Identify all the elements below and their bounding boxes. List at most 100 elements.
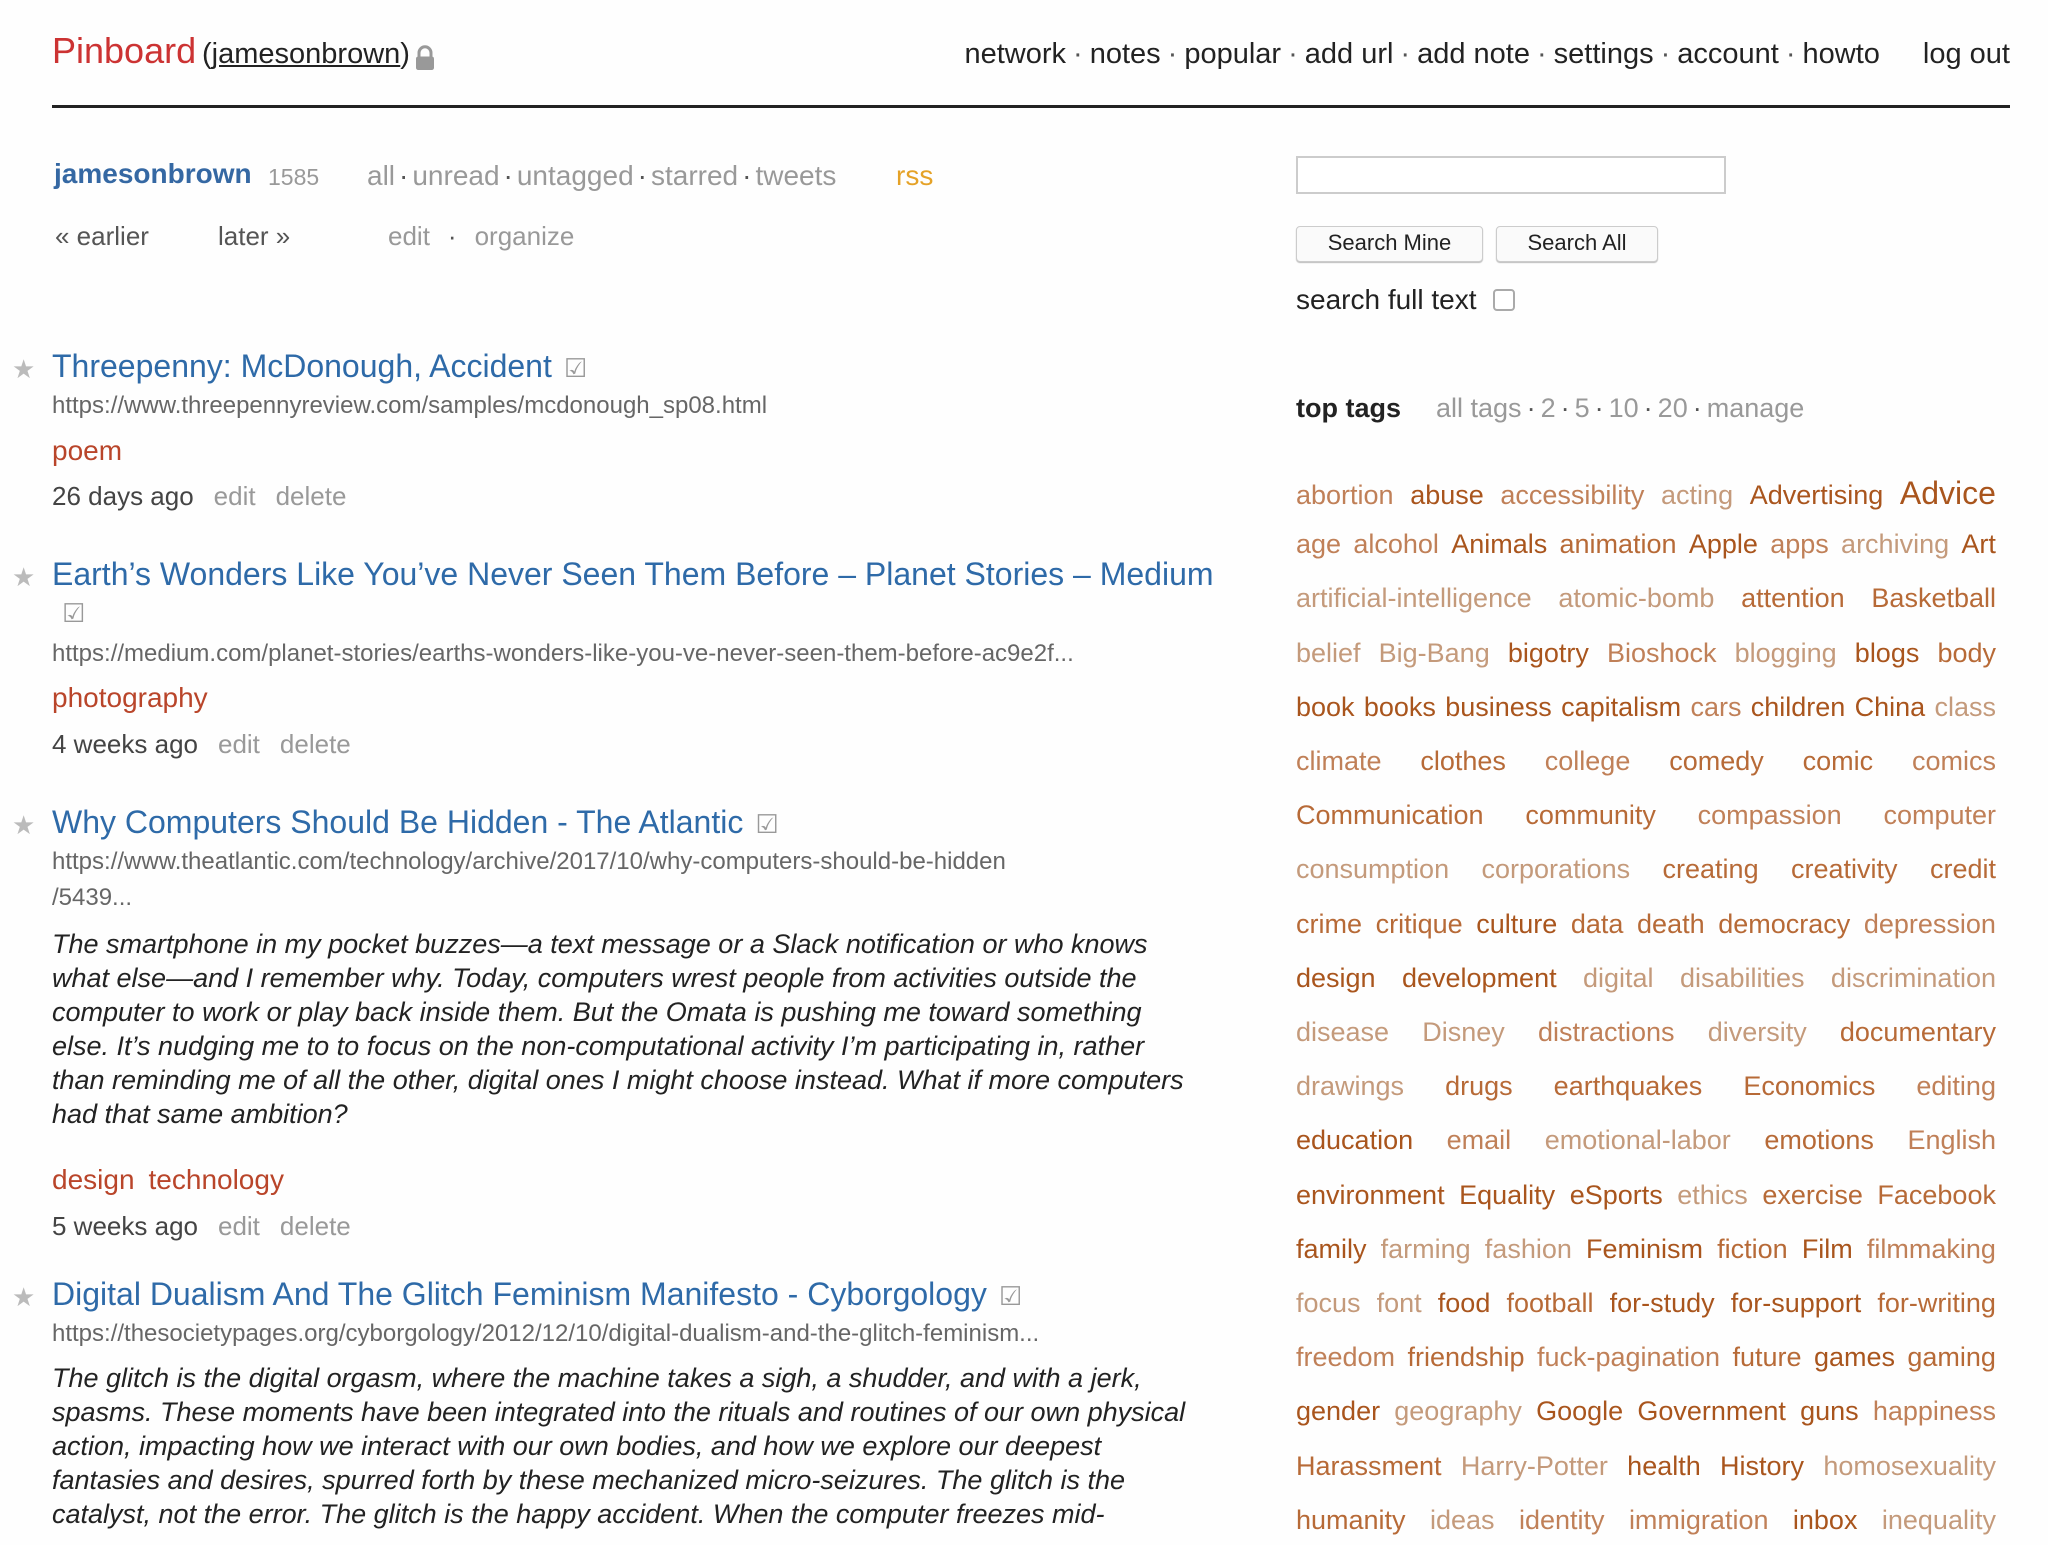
delete-link[interactable]: delete xyxy=(276,481,347,511)
star-icon[interactable]: ★ xyxy=(12,562,35,593)
unread-check-icon[interactable]: ☑ xyxy=(999,1281,1022,1311)
bookmark-title[interactable]: Why Computers Should Be Hidden - The Atl… xyxy=(52,804,779,841)
tag-link[interactable]: earthquakes xyxy=(1554,1071,1703,1102)
tag-link[interactable]: capitalism xyxy=(1561,692,1681,723)
nav-notes[interactable]: notes xyxy=(1090,38,1161,70)
tag-link[interactable]: corporations xyxy=(1482,854,1631,885)
tag-link[interactable]: diversity xyxy=(1708,1017,1807,1048)
tag-link[interactable]: archiving xyxy=(1841,529,1949,560)
tag-link[interactable]: food xyxy=(1438,1288,1491,1319)
tag-link[interactable]: Advice xyxy=(1900,475,1996,512)
tag-link[interactable]: Bioshock xyxy=(1607,638,1717,669)
profile-user-link[interactable]: jamesonbrown xyxy=(54,158,252,190)
tag-link[interactable]: editing xyxy=(1916,1071,1996,1102)
tag-link[interactable]: gender xyxy=(1296,1396,1380,1427)
search-all-button[interactable]: Search All xyxy=(1496,226,1658,262)
tag-link[interactable]: body xyxy=(1937,638,1996,669)
tag-link[interactable]: identity xyxy=(1519,1505,1605,1536)
tag-link[interactable]: friendship xyxy=(1407,1342,1524,1373)
search-input[interactable] xyxy=(1296,156,1726,194)
filter-starred[interactable]: starred xyxy=(651,160,738,191)
tag-link[interactable]: children xyxy=(1751,692,1846,723)
unread-check-icon[interactable]: ☑ xyxy=(62,598,85,629)
tag-link[interactable]: accessibility xyxy=(1500,480,1644,511)
bookmark-title[interactable]: Threepenny: McDonough, Accident ☑ xyxy=(52,348,587,385)
tag-link[interactable]: poem xyxy=(52,435,122,466)
tag-link[interactable]: font xyxy=(1377,1288,1422,1319)
tag-link[interactable]: Communication xyxy=(1296,800,1484,831)
tag-link[interactable]: computer xyxy=(1883,800,1996,831)
filter-unread[interactable]: unread xyxy=(412,160,499,191)
tag-link[interactable]: family xyxy=(1296,1234,1367,1265)
tag-link[interactable]: football xyxy=(1506,1288,1593,1319)
bookmark-title[interactable]: Earth’s Wonders Like You’ve Never Seen T… xyxy=(52,556,1214,593)
tags-2-link[interactable]: 2 xyxy=(1541,393,1556,423)
tag-link[interactable]: History xyxy=(1720,1451,1804,1482)
tag-link[interactable]: China xyxy=(1855,692,1926,723)
tag-link[interactable]: design xyxy=(1296,963,1376,994)
tag-link[interactable]: inbox xyxy=(1793,1505,1858,1536)
tag-link[interactable]: Harry-Potter xyxy=(1461,1451,1608,1482)
tag-link[interactable]: animation xyxy=(1560,529,1677,560)
edit-link[interactable]: edit xyxy=(388,221,430,251)
filter-all[interactable]: all xyxy=(367,160,395,191)
tag-link[interactable]: creating xyxy=(1663,854,1759,885)
rss-link[interactable]: rss xyxy=(896,160,933,192)
tags-5-link[interactable]: 5 xyxy=(1575,393,1590,423)
tag-link[interactable]: for-support xyxy=(1731,1288,1862,1319)
tag-link[interactable]: acting xyxy=(1661,480,1733,511)
tag-link[interactable]: health xyxy=(1627,1451,1701,1482)
tag-link[interactable]: future xyxy=(1732,1342,1801,1373)
search-mine-button[interactable]: Search Mine xyxy=(1296,226,1483,262)
tag-link[interactable]: community xyxy=(1525,800,1656,831)
tag-link[interactable]: Disney xyxy=(1422,1017,1505,1048)
tag-link[interactable]: farming xyxy=(1381,1234,1471,1265)
current-user-link[interactable]: jamesonbrown xyxy=(212,38,401,70)
tag-link[interactable]: class xyxy=(1934,692,1996,723)
star-icon[interactable]: ★ xyxy=(12,1282,35,1313)
tag-link[interactable]: Feminism xyxy=(1586,1234,1703,1265)
tag-link[interactable]: comic xyxy=(1803,746,1874,777)
tag-link[interactable]: atomic-bomb xyxy=(1558,583,1714,614)
tag-link[interactable]: email xyxy=(1447,1125,1512,1156)
delete-link[interactable]: delete xyxy=(280,1211,351,1241)
unread-check-icon[interactable]: ☑ xyxy=(564,353,587,383)
tag-link[interactable]: artificial-intelligence xyxy=(1296,583,1532,614)
tag-link[interactable]: belief xyxy=(1296,638,1361,669)
tag-link[interactable]: age xyxy=(1296,529,1341,560)
tag-link[interactable]: business xyxy=(1445,692,1552,723)
tag-link[interactable]: emotions xyxy=(1764,1125,1874,1156)
tag-link[interactable]: documentary xyxy=(1840,1017,1996,1048)
tag-link[interactable]: ideas xyxy=(1430,1505,1495,1536)
tag-link[interactable]: bigotry xyxy=(1508,638,1589,669)
tag-link[interactable]: Economics xyxy=(1743,1071,1875,1102)
tag-link[interactable]: technology xyxy=(149,1164,284,1195)
tag-link[interactable]: discrimination xyxy=(1831,963,1996,994)
bookmark-age[interactable]: 5 weeks ago xyxy=(52,1211,198,1241)
tag-link[interactable]: distractions xyxy=(1538,1017,1675,1048)
tag-link[interactable]: fiction xyxy=(1717,1234,1788,1265)
tag-link[interactable]: disabilities xyxy=(1680,963,1805,994)
tag-link[interactable]: guns xyxy=(1800,1396,1859,1427)
tag-link[interactable]: Advertising xyxy=(1750,480,1884,511)
tag-link[interactable]: geography xyxy=(1394,1396,1522,1427)
nav-account[interactable]: account xyxy=(1677,38,1779,70)
organize-link[interactable]: organize xyxy=(475,221,575,251)
tag-link[interactable]: Art xyxy=(1961,529,1996,560)
tag-link[interactable]: book xyxy=(1296,692,1355,723)
tag-link[interactable]: consumption xyxy=(1296,854,1449,885)
tag-link[interactable]: gaming xyxy=(1907,1342,1996,1373)
tag-link[interactable]: education xyxy=(1296,1125,1413,1156)
delete-link[interactable]: delete xyxy=(280,729,351,759)
nav-settings[interactable]: settings xyxy=(1554,38,1654,70)
bookmark-age[interactable]: 4 weeks ago xyxy=(52,729,198,759)
edit-link[interactable]: edit xyxy=(218,1211,260,1241)
tag-link[interactable]: homosexuality xyxy=(1823,1451,1996,1482)
star-icon[interactable]: ★ xyxy=(12,354,35,385)
nav-add-url[interactable]: add url xyxy=(1305,38,1394,70)
tag-link[interactable]: compassion xyxy=(1698,800,1842,831)
tag-link[interactable]: for-study xyxy=(1610,1288,1715,1319)
tags-20-link[interactable]: 20 xyxy=(1658,393,1688,423)
bookmark-age[interactable]: 26 days ago xyxy=(52,481,194,511)
tag-link[interactable]: credit xyxy=(1930,854,1996,885)
